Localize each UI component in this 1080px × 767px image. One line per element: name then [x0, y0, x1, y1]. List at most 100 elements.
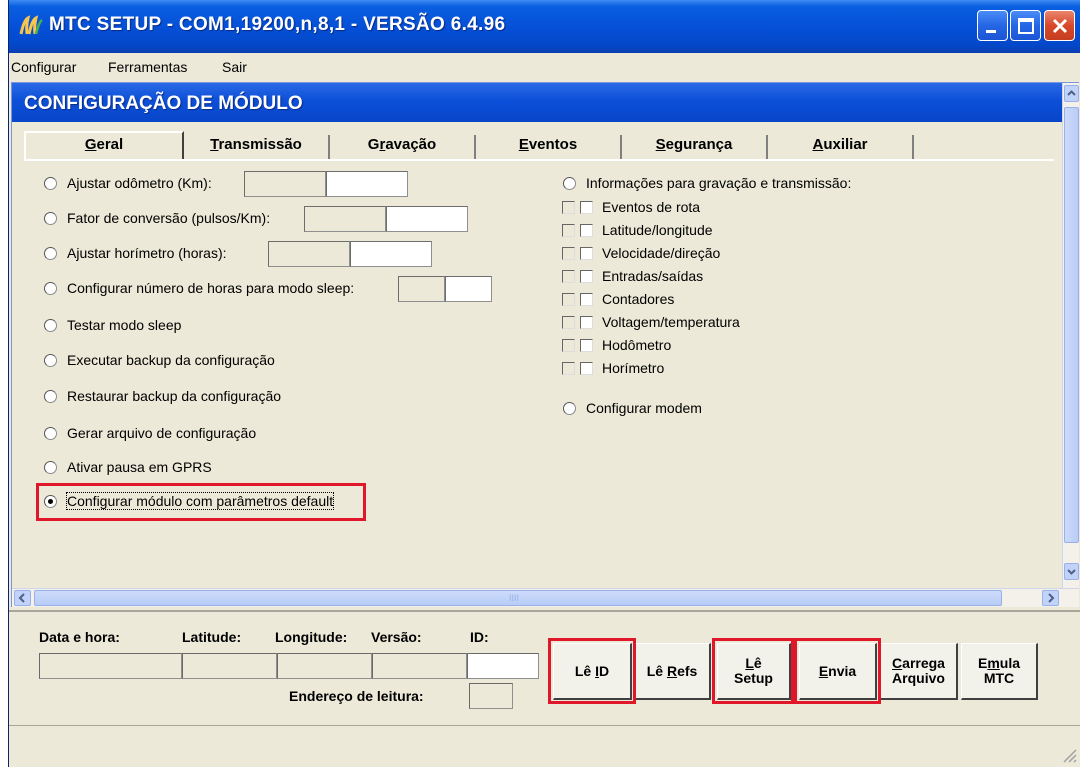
app-logo-icon	[19, 15, 43, 35]
radio-button[interactable]	[44, 319, 57, 332]
vertical-scroll-thumb[interactable]	[1064, 107, 1079, 543]
scroll-grip: IIII	[509, 593, 520, 603]
scroll-right-button[interactable]	[1042, 590, 1059, 606]
checkbox-label: Eventos de rota	[602, 199, 701, 215]
maximize-button[interactable]	[1010, 10, 1041, 41]
le-setup-button[interactable]: Lê Setup	[717, 643, 791, 700]
horimetro-field-1[interactable]	[268, 241, 350, 267]
title-bar[interactable]: MTC SETUP - COM1,19200,n,8,1 - VERSÃO 6.…	[9, 0, 1080, 53]
tab-strip: Geral Transmissão Gravação Eventos Segur…	[24, 131, 1054, 159]
le-refs-button[interactable]: Lê Refs	[634, 643, 711, 700]
chevron-down-icon	[1067, 569, 1076, 575]
menu-sair[interactable]: Sair	[222, 59, 247, 75]
radio-button[interactable]	[44, 247, 57, 260]
option-restaurar-backup[interactable]: Restaurar backup da configuração	[44, 388, 281, 404]
sleep-field-2[interactable]	[445, 276, 492, 302]
option-ajustar-odometro[interactable]: Ajustar odômetro (Km):	[44, 175, 212, 191]
tab-geral[interactable]: Geral	[24, 131, 184, 159]
status-bar	[9, 725, 1080, 767]
longitude-field[interactable]	[277, 653, 372, 679]
tab-auxiliar[interactable]: Auxiliar	[768, 135, 914, 159]
endereco-leitura-field[interactable]	[469, 683, 513, 709]
close-icon	[1052, 18, 1068, 34]
odometro-field-1[interactable]	[244, 171, 326, 197]
radio-button[interactable]	[44, 354, 57, 367]
resize-grip-icon[interactable]	[1059, 745, 1077, 763]
option-horas-sleep[interactable]: Configurar número de horas para modo sle…	[44, 280, 354, 296]
option-pausa-gprs[interactable]: Ativar pausa em GPRS	[44, 459, 212, 475]
option-fator-conversao[interactable]: Fator de conversão (pulsos/Km):	[44, 210, 270, 226]
option-info-gravacao[interactable]: Informações para gravação e transmissão:	[563, 175, 851, 191]
option-executar-backup[interactable]: Executar backup da configuração	[44, 352, 275, 368]
checkbox-label: Hodômetro	[602, 337, 672, 353]
fator-field-2[interactable]	[386, 206, 468, 232]
radio-button[interactable]	[44, 461, 57, 474]
radio-button-selected[interactable]	[44, 495, 57, 508]
option-ajustar-horimetro[interactable]: Ajustar horímetro (horas):	[44, 245, 227, 261]
carrega-arquivo-button[interactable]: Carrega Arquivo	[880, 643, 958, 700]
checkbox-label: Entradas/saídas	[602, 268, 704, 284]
minimize-icon	[986, 30, 996, 33]
fator-field-1[interactable]	[304, 206, 386, 232]
scroll-left-button[interactable]	[14, 590, 31, 606]
tab-transmissao[interactable]: Transmissão	[184, 135, 330, 159]
checkbox[interactable]	[580, 293, 593, 306]
le-id-button[interactable]: Lê ID	[553, 643, 632, 700]
scroll-up-button[interactable]	[1064, 85, 1079, 102]
tab-gravacao[interactable]: Gravação	[330, 135, 476, 159]
checkbox[interactable]	[580, 339, 593, 352]
emula-mtc-button[interactable]: Emula MTC	[961, 643, 1038, 700]
odometro-field-2[interactable]	[326, 171, 408, 197]
menu-configurar[interactable]: Configurar	[11, 59, 76, 75]
data-hora-field[interactable]	[39, 653, 182, 679]
radio-button[interactable]	[563, 177, 576, 190]
checkbox[interactable]	[580, 316, 593, 329]
radio-button[interactable]	[44, 427, 57, 440]
latitude-field[interactable]	[182, 653, 277, 679]
horimetro-field-2[interactable]	[350, 241, 432, 267]
tab-panel-border	[24, 159, 1054, 161]
option-configurar-modem[interactable]: Configurar modem	[563, 400, 702, 416]
scroll-down-button[interactable]	[1064, 563, 1079, 580]
tab-seguranca[interactable]: Segurança	[622, 135, 768, 159]
checkbox[interactable]	[580, 362, 593, 375]
chevron-up-icon	[1067, 90, 1076, 96]
radio-button[interactable]	[563, 402, 576, 415]
minimize-button[interactable]	[977, 10, 1008, 41]
checkbox-label: Latitude/longitude	[602, 222, 713, 238]
radio-button[interactable]	[44, 282, 57, 295]
radio-button[interactable]	[44, 177, 57, 190]
horizontal-scroll-thumb[interactable]: IIII	[34, 590, 1002, 606]
label-versao: Versão:	[371, 629, 422, 645]
versao-field[interactable]	[372, 653, 467, 679]
tab-eventos[interactable]: Eventos	[476, 135, 622, 159]
checkbox[interactable]	[580, 247, 593, 260]
module-window-title: CONFIGURAÇÃO DE MÓDULO	[12, 83, 1062, 122]
checkbox[interactable]	[580, 224, 593, 237]
checkbox[interactable]	[580, 201, 593, 214]
checkbox[interactable]	[580, 270, 593, 283]
radio-button[interactable]	[44, 390, 57, 403]
option-gerar-arquivo[interactable]: Gerar arquivo de configuração	[44, 425, 256, 441]
option-parametros-default[interactable]: Configurar módulo com parâmetros default	[44, 492, 335, 510]
label-latitude: Latitude:	[182, 629, 242, 645]
checkbox-label: Horímetro	[602, 360, 665, 376]
radio-button[interactable]	[44, 212, 57, 225]
label-endereco-leitura: Endereço de leitura:	[289, 688, 424, 704]
sleep-field-1[interactable]	[398, 276, 445, 302]
checkbox-label: Contadores	[602, 291, 675, 307]
envia-button[interactable]: Envia	[799, 643, 877, 700]
checkbox-label: Voltagem/temperatura	[602, 314, 740, 330]
chevron-right-icon	[1048, 593, 1055, 603]
menu-bar: Configurar Ferramentas Sair	[9, 53, 1080, 81]
horizontal-scrollbar[interactable]: IIII	[12, 588, 1079, 607]
main-window: MTC SETUP - COM1,19200,n,8,1 - VERSÃO 6.…	[8, 0, 1080, 767]
id-field[interactable]	[467, 653, 539, 679]
vertical-scrollbar[interactable]	[1062, 83, 1079, 588]
menu-ferramentas[interactable]: Ferramentas	[108, 59, 187, 75]
maximize-icon	[1018, 18, 1034, 34]
window-title: MTC SETUP - COM1,19200,n,8,1 - VERSÃO 6.…	[49, 14, 506, 35]
close-button[interactable]	[1044, 10, 1075, 41]
option-testar-sleep[interactable]: Testar modo sleep	[44, 317, 181, 333]
label-longitude: Longitude:	[275, 629, 348, 645]
